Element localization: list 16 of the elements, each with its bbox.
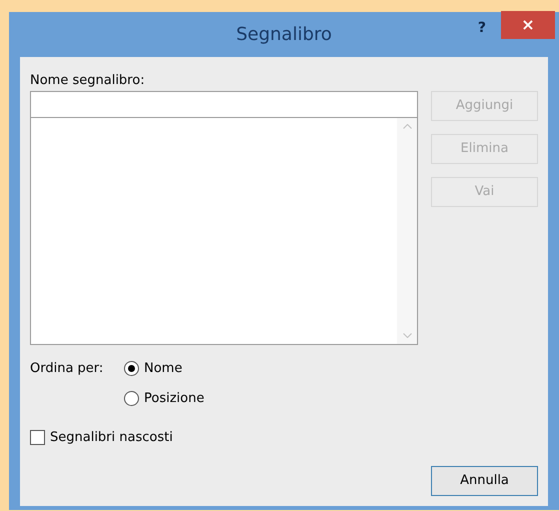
scroll-down-icon[interactable] [402, 333, 412, 338]
checkbox-icon[interactable] [30, 430, 45, 446]
scroll-up-icon[interactable] [402, 124, 412, 129]
close-button[interactable]: × [501, 11, 555, 39]
scrollbar[interactable] [397, 118, 417, 344]
window-title: Segnalibro [236, 23, 332, 47]
name-label: Nome segnalibro: [30, 72, 146, 90]
name-field[interactable] [30, 91, 418, 118]
checkbox-option[interactable]: Segnalibri nascosti [30, 428, 538, 448]
help-button[interactable]: ? [478, 18, 486, 39]
sort-label: Ordina per: [30, 360, 104, 378]
radio-icon[interactable] [124, 390, 139, 406]
radio-icon[interactable] [124, 361, 139, 376]
radio-option[interactable]: Posizione [124, 388, 204, 408]
radio-option[interactable]: Nome [124, 359, 204, 378]
cancel-button[interactable]: Annulla [431, 466, 538, 496]
